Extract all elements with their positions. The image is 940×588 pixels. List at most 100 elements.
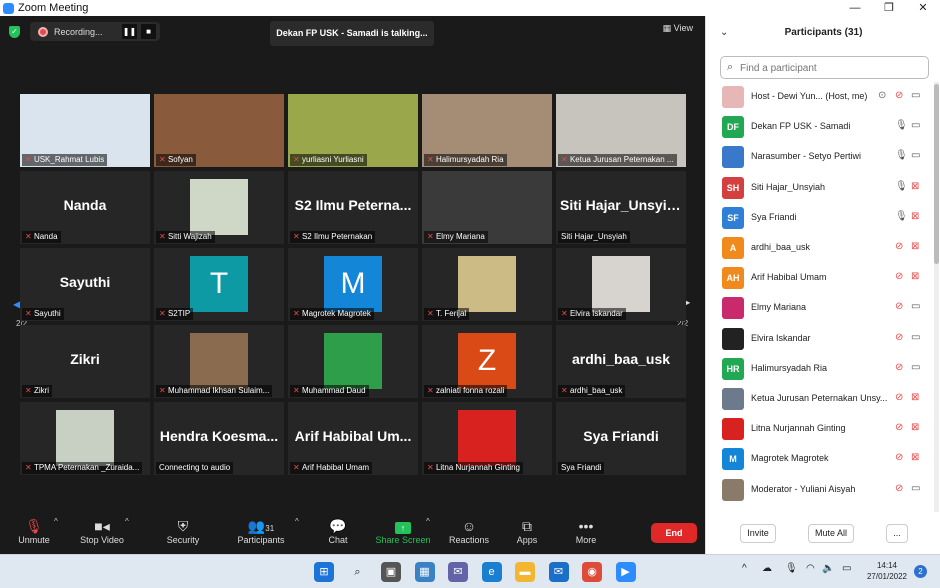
participant-video-tile[interactable]: Hendra Koesma... Connecting to audio <box>154 402 284 475</box>
video-off-icon[interactable]: ⊠ <box>911 271 919 282</box>
video-off-icon[interactable]: ⊠ <box>911 211 919 222</box>
reactions-button[interactable]: ☺ Reactions <box>448 517 490 545</box>
microphone-muted-icon[interactable]: ⊘ <box>895 392 903 403</box>
file-explorer-icon[interactable]: ▬ <box>515 562 535 582</box>
edge-icon[interactable]: e <box>481 562 502 582</box>
security-button[interactable]: ⛨ Security <box>163 517 203 545</box>
maximize-button[interactable]: ❐ <box>872 0 906 16</box>
system-clock[interactable]: 14:14 27/01/2022 <box>862 560 912 582</box>
participants-button[interactable]: 👥31 Participants <box>232 517 290 545</box>
stop-video-button[interactable]: ■◂ Stop Video <box>78 517 126 545</box>
participant-video-tile[interactable]: Litna Nurjannah Ginting <box>422 402 552 475</box>
microphone-icon[interactable]: 🎙 <box>895 120 908 131</box>
microphone-muted-icon[interactable]: ⊘ <box>895 422 903 433</box>
minimize-button[interactable]: — <box>838 0 872 16</box>
participant-video-tile[interactable]: Sofyan <box>154 94 284 167</box>
participant-row[interactable]: AH Arif Habibal Umam ⊘ ⊠ <box>706 263 934 293</box>
participant-video-tile[interactable]: Zzalniati fonna rozali <box>422 325 552 398</box>
participant-list-scrollbar[interactable] <box>934 82 939 512</box>
participant-row[interactable]: Moderator - Yuliani Aisyah ⊘ ▭ <box>706 475 934 505</box>
notification-badge[interactable]: 2 <box>914 565 927 578</box>
view-button[interactable]: ▦ View <box>663 23 693 34</box>
participant-video-tile[interactable]: Ketua Jurusan Peternakan ... <box>556 94 686 167</box>
video-camera-icon[interactable]: ▭ <box>911 301 920 312</box>
participant-video-tile[interactable]: Sya Friandi Sya Friandi <box>556 402 686 475</box>
battery-icon[interactable]: ▭ <box>842 563 851 574</box>
participant-row[interactable]: Elmy Mariana ⊘ ▭ <box>706 293 934 323</box>
participant-row[interactable]: Ketua Jurusan Peternakan Unsy... ⊘ ⊠ <box>706 384 934 414</box>
video-camera-icon[interactable]: ▭ <box>911 150 920 161</box>
participant-video-tile[interactable]: Nanda Nanda <box>20 171 150 244</box>
participant-video-tile[interactable]: Sitti Wajizah <box>154 171 284 244</box>
video-off-icon[interactable]: ⊠ <box>911 452 919 463</box>
participant-video-tile[interactable]: USK_Rahmat Lubis <box>20 94 150 167</box>
microphone-muted-icon[interactable]: ⊘ <box>895 452 903 463</box>
scrollbar-thumb[interactable] <box>934 84 939 264</box>
participant-video-tile[interactable]: Halimursyadah Ria <box>422 94 552 167</box>
participant-row[interactable]: SF Sya Friandi 🎙 ⊠ <box>706 203 934 233</box>
microphone-icon[interactable]: 🎙 <box>785 563 798 574</box>
microphone-muted-icon[interactable]: ⊘ <box>895 271 903 282</box>
participant-video-tile[interactable]: ardhi_baa_usk ardhi_baa_usk <box>556 325 686 398</box>
participant-video-tile[interactable]: Elmy Mariana <box>422 171 552 244</box>
participant-row[interactable]: Host - Dewi Yun... (Host, me) ⊙ ⊘ ▭ <box>706 82 934 112</box>
unmute-button[interactable]: 🎙 Unmute <box>14 517 54 545</box>
video-off-icon[interactable]: ⊠ <box>911 392 919 403</box>
participant-row[interactable]: Narasumber - Setyo Pertiwi 🎙 ▭ <box>706 142 934 172</box>
close-button[interactable]: ✕ <box>906 0 940 16</box>
participant-row[interactable]: Elvira Iskandar ⊘ ▭ <box>706 324 934 354</box>
video-camera-icon[interactable]: ▭ <box>911 120 920 131</box>
microphone-muted-icon[interactable]: ⊘ <box>895 90 903 101</box>
pause-recording-button[interactable]: ❚❚ <box>122 24 137 39</box>
participant-video-tile[interactable]: Zikri Zikri <box>20 325 150 398</box>
video-camera-icon[interactable]: ▭ <box>911 362 920 373</box>
video-off-icon[interactable]: ⊠ <box>911 422 919 433</box>
participant-video-tile[interactable]: Muhammad Daud <box>288 325 418 398</box>
participant-video-tile[interactable]: Elvira Iskandar <box>556 248 686 321</box>
participant-row[interactable]: Aardhi_baa_usk ⊘ ⊠ <box>706 233 934 263</box>
share-screen-button[interactable]: ↑ Share Screen <box>374 517 432 545</box>
participant-row[interactable]: Litna Nurjannah Ginting ⊘ ⊠ <box>706 414 934 444</box>
chrome-icon[interactable]: ◉ <box>582 562 602 582</box>
wifi-icon[interactable]: ◠ <box>806 563 815 574</box>
participant-row[interactable]: M Magrotek Magrotek ⊘ ⊠ <box>706 444 934 474</box>
participant-video-tile[interactable]: TS2TIP <box>154 248 284 321</box>
search-icon[interactable]: ⌕ <box>348 562 368 582</box>
participant-video-tile[interactable]: Arif Habibal Um... Arif Habibal Umam <box>288 402 418 475</box>
cloud-icon[interactable]: ☁ <box>762 563 772 574</box>
participant-row[interactable]: SH Siti Hajar_Unsyiah 🎙 ⊠ <box>706 173 934 203</box>
microphone-muted-icon[interactable]: ⊘ <box>895 483 903 494</box>
microphone-muted-icon[interactable]: ⊘ <box>895 301 903 312</box>
more-button[interactable]: ••• More <box>570 517 602 545</box>
apps-button[interactable]: ⧉ Apps <box>512 517 542 545</box>
participant-video-tile[interactable]: Siti Hajar_Unsyiah Siti Hajar_Unsyiah <box>556 171 686 244</box>
microphone-muted-icon[interactable]: ⊘ <box>895 332 903 343</box>
participant-video-tile[interactable]: yurliasni Yurliasni <box>288 94 418 167</box>
chat-button[interactable]: 💬 Chat <box>320 517 356 545</box>
task-view-icon[interactable]: ▣ <box>381 562 401 582</box>
microphone-muted-icon[interactable]: ⊘ <box>895 241 903 252</box>
video-camera-icon[interactable]: ▭ <box>911 90 920 101</box>
participant-video-tile[interactable]: Sayuthi Sayuthi <box>20 248 150 321</box>
windows-icon[interactable]: ⊞ <box>314 562 334 582</box>
participant-video-tile[interactable]: S2 Ilmu Peterna... S2 Ilmu Peternakan <box>288 171 418 244</box>
participant-video-tile[interactable]: MMagrotek Magrotek <box>288 248 418 321</box>
participant-row[interactable]: DF Dekan FP USK - Samadi 🎙 ▭ <box>706 112 934 142</box>
microphone-icon[interactable]: 🎙 <box>895 181 908 192</box>
stop-recording-button[interactable]: ■ <box>141 24 156 39</box>
participant-video-tile[interactable]: TPMA Peternakan _Zuraida... <box>20 402 150 475</box>
mail-icon[interactable]: ✉ <box>548 562 569 582</box>
encryption-shield-icon[interactable]: ✓ <box>9 26 20 38</box>
end-meeting-button[interactable]: End <box>651 523 697 543</box>
participant-video-tile[interactable]: T. Ferijal <box>422 248 552 321</box>
chat-icon[interactable]: ✉ <box>448 562 468 582</box>
widgets-icon[interactable]: ▦ <box>414 562 435 582</box>
microphone-muted-icon[interactable]: ⊘ <box>895 362 903 373</box>
zoom-icon[interactable]: ▶ <box>615 562 636 582</box>
microphone-icon[interactable]: 🎙 <box>895 150 908 161</box>
participant-row[interactable]: HR Halimursyadah Ria ⊘ ▭ <box>706 354 934 384</box>
mute-all-button[interactable]: Mute All <box>808 524 854 543</box>
panel-more-button[interactable]: ... <box>886 524 908 543</box>
chevron-up-icon[interactable]: ^ <box>742 563 747 574</box>
video-camera-icon[interactable]: ▭ <box>911 483 920 494</box>
